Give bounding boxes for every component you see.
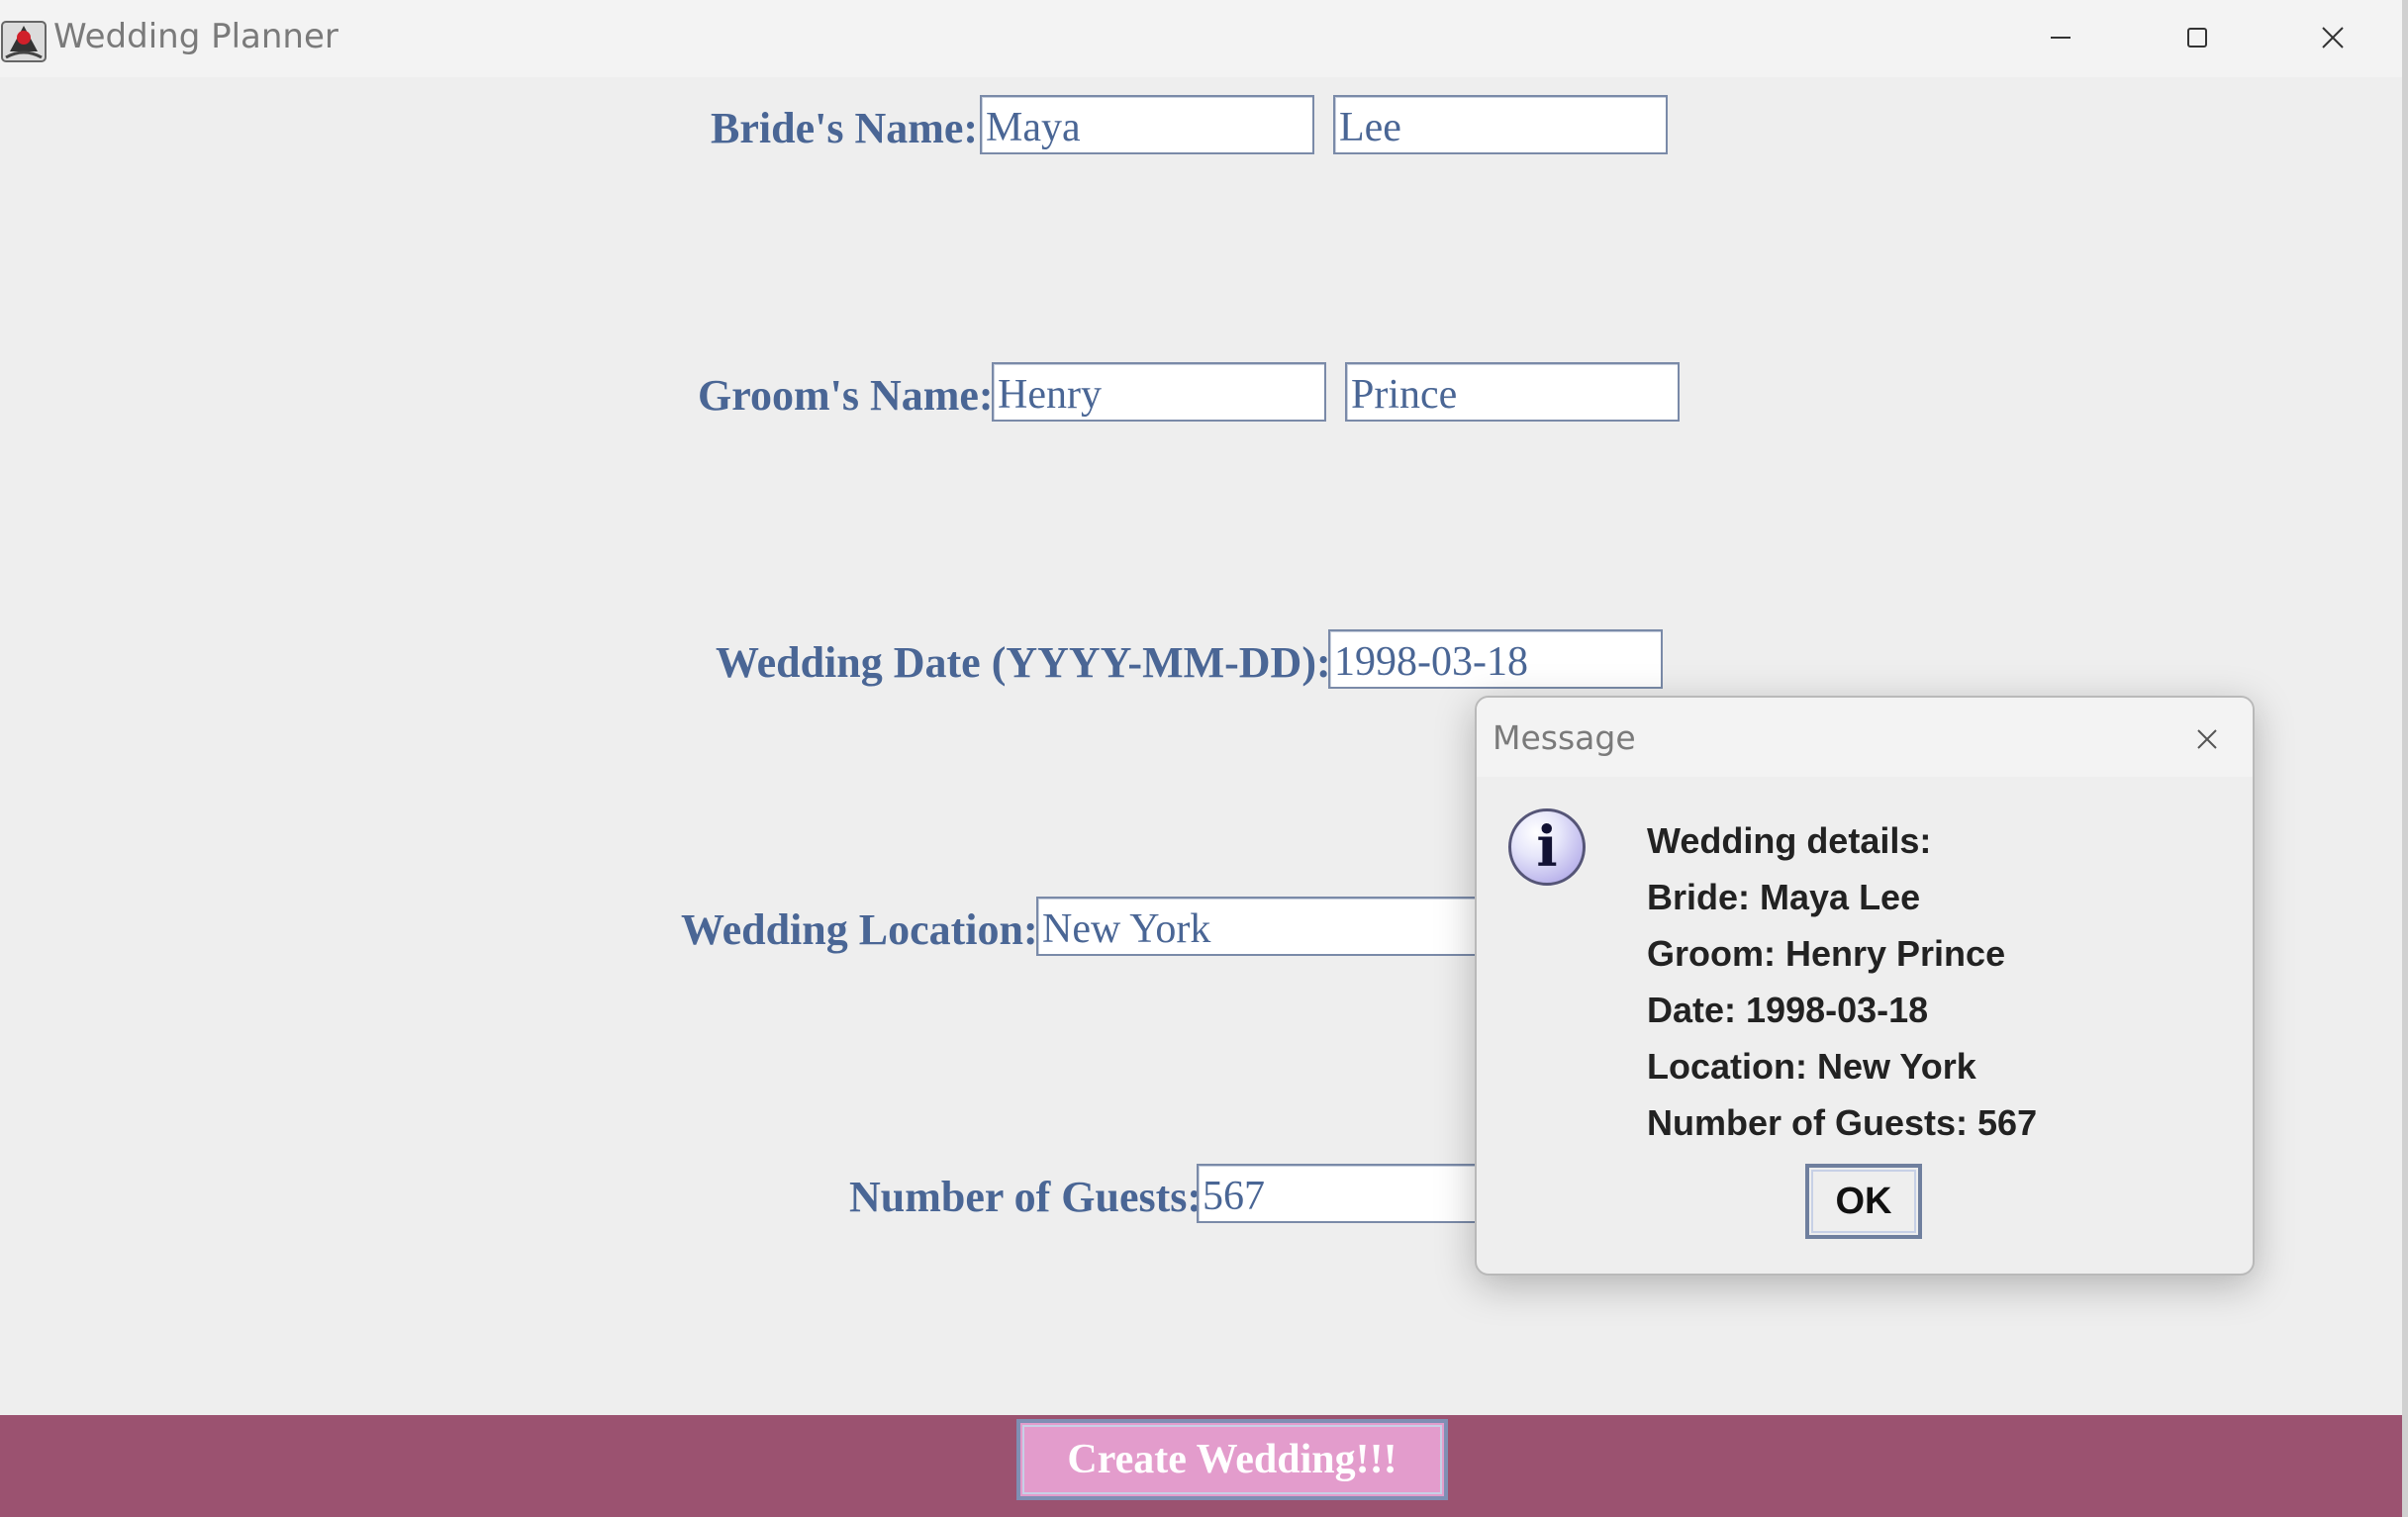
dialog-close-button[interactable]	[2187, 719, 2227, 759]
bride-last-name-input[interactable]: Lee	[1333, 95, 1668, 154]
window-border	[2402, 0, 2408, 1517]
message-line: Groom: Henry Prince	[1647, 933, 2006, 974]
wedding-location-label: Wedding Location:	[681, 905, 1038, 954]
message-line: Location: New York	[1647, 1046, 1976, 1087]
message-text: Wedding details: Bride: Maya Lee Groom: …	[1647, 812, 2037, 1151]
bride-first-name-input[interactable]: Maya	[980, 95, 1314, 154]
wedding-date-label: Wedding Date (YYYY-MM-DD):	[716, 638, 1331, 687]
message-line: Bride: Maya Lee	[1647, 877, 1921, 917]
window-titlebar: Wedding Planner	[0, 0, 2408, 77]
bride-name-label: Bride's Name:	[711, 104, 979, 152]
window-title: Wedding Planner	[53, 17, 338, 56]
message-line: Date: 1998-03-18	[1647, 990, 1929, 1030]
close-icon	[2322, 27, 2344, 48]
groom-last-name-input[interactable]: Prince	[1345, 362, 1680, 422]
dialog-titlebar: Message	[1477, 698, 2253, 777]
info-icon: i	[1508, 808, 1586, 886]
message-dialog: Message i Wedding details: Bride: Maya L…	[1475, 696, 2255, 1276]
close-button[interactable]	[2303, 14, 2362, 61]
wedding-location-input[interactable]: New York	[1036, 897, 1531, 956]
wedding-date-input[interactable]: 1998-03-18	[1328, 629, 1663, 689]
minimize-icon	[2051, 37, 2071, 39]
maximize-button[interactable]	[2167, 14, 2227, 61]
dialog-title: Message	[1493, 718, 1636, 757]
java-app-icon	[0, 8, 49, 67]
create-wedding-button[interactable]: Create Wedding!!!	[1016, 1419, 1448, 1500]
message-line: Wedding details:	[1647, 820, 1932, 861]
close-icon	[2197, 729, 2217, 749]
groom-name-label: Groom's Name:	[698, 371, 994, 420]
message-line: Number of Guests: 567	[1647, 1102, 2038, 1143]
maximize-icon	[2187, 28, 2207, 47]
guests-label: Number of Guests:	[849, 1173, 1203, 1221]
ok-button[interactable]: OK	[1805, 1164, 1922, 1239]
minimize-button[interactable]	[2031, 14, 2090, 61]
groom-first-name-input[interactable]: Henry	[992, 362, 1326, 422]
